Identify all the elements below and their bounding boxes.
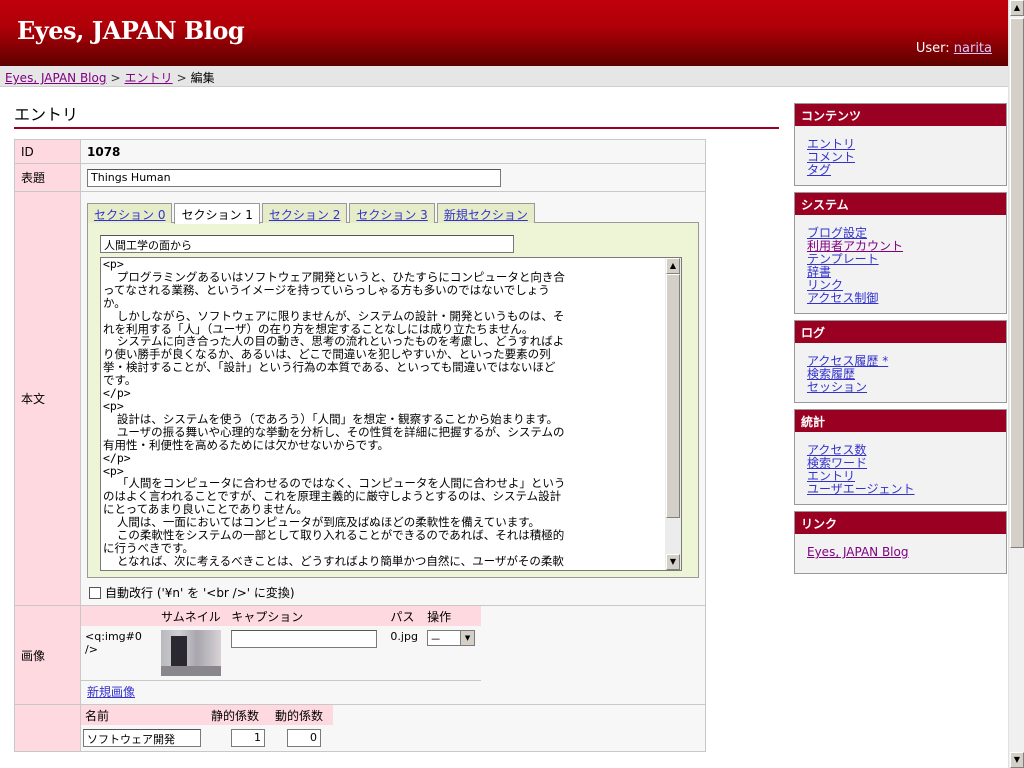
- image-op-select[interactable]: － ▼: [427, 630, 476, 646]
- entry-form-table: ID 1078 表題 Things Human 本文 セクション 0 セクション …: [14, 139, 706, 752]
- page-title: エントリ: [14, 101, 779, 129]
- tab-label[interactable]: セクション 2: [269, 208, 340, 222]
- sidebar-item-tag[interactable]: タグ: [807, 164, 994, 177]
- app-header: Eyes, JAPAN Blog User: narita: [0, 0, 1008, 66]
- tag-header-static: 静的係数: [207, 705, 271, 725]
- image-header-thumbnail: サムネイル: [157, 606, 228, 626]
- image-row: <q:img#0 /> 0.jpg － ▼: [81, 626, 481, 680]
- user-label: User:: [915, 41, 950, 56]
- blog-title: Eyes, JAPAN Blog: [17, 16, 245, 45]
- tab-section-0[interactable]: セクション 0: [87, 203, 173, 223]
- autobreak-checkbox[interactable]: [89, 586, 101, 599]
- sidebar-item-user-agent[interactable]: ユーザエージェント: [807, 483, 994, 496]
- tab-label[interactable]: セクション 0: [94, 208, 165, 222]
- tag-dynamic-input[interactable]: 0: [287, 729, 321, 747]
- tag-header-name: 名前: [81, 705, 207, 725]
- breadcrumb: Eyes, JAPAN Blog > エントリ > 編集: [0, 66, 1008, 87]
- id-label: ID: [14, 139, 81, 164]
- new-image-link[interactable]: 新規画像: [87, 685, 135, 699]
- tab-new-section[interactable]: 新規セクション: [436, 203, 535, 223]
- autobreak-row: 自動改行 ('¥n' を '<br />' に変換): [87, 584, 705, 601]
- image-op-value: －: [430, 633, 442, 646]
- breadcrumb-separator: >: [110, 71, 121, 85]
- sidebar-box-stats: 統計 アクセス数 検索ワード エントリ ユーザエージェント: [794, 409, 1007, 505]
- sidebar-item-access-control[interactable]: アクセス制御: [807, 292, 994, 305]
- tab-label[interactable]: 新規セクション: [444, 208, 528, 222]
- tab-section-3[interactable]: セクション 3: [349, 203, 435, 223]
- section-body-textarea[interactable]: <p> プログラミングあるいはソフトウェア開発というと、ひたすらにコンピュータと…: [100, 257, 682, 571]
- up-arrow-icon[interactable]: ▲: [1010, 0, 1024, 16]
- sidebar-box-contents: コンテンツ エントリ コメント タグ: [794, 103, 1007, 186]
- user-name-link[interactable]: narita: [954, 41, 992, 56]
- id-value: 1078: [80, 139, 706, 164]
- tab-section-2[interactable]: セクション 2: [261, 203, 348, 223]
- tab-section-1[interactable]: セクション 1: [174, 203, 260, 224]
- autobreak-label: 自動改行 ('¥n' を '<br />' に変換): [105, 586, 295, 600]
- textarea-scrollbar[interactable]: ▲ ▼: [665, 258, 681, 570]
- image-header-op: 操作: [423, 606, 481, 626]
- breadcrumb-current: 編集: [190, 71, 215, 85]
- sidebar-title: システム: [795, 193, 1006, 215]
- image-thumbnail: [161, 630, 221, 676]
- section-panel: 人間工学の面から <p> プログラミングあるいはソフトウェア開発というと、ひたす…: [87, 222, 699, 578]
- sidebar-box-system: システム ブログ設定 利用者アカウント テンプレート 辞書 リンク アクセス制御: [794, 192, 1007, 314]
- image-header-path: パス: [386, 606, 424, 626]
- title-label: 表題: [14, 163, 81, 192]
- tag-header-dynamic: 動的係数: [271, 705, 333, 725]
- section-body-text[interactable]: <p> プログラミングあるいはソフトウェア開発というと、ひたすらにコンピュータと…: [103, 258, 665, 570]
- sidebar-title: ログ: [795, 321, 1006, 343]
- tag-static-input[interactable]: 1: [231, 729, 265, 747]
- down-arrow-icon[interactable]: ▼: [1010, 752, 1024, 768]
- section-tabs: セクション 0 セクション 1 セクション 2 セクション 3 新規セクション: [87, 202, 705, 224]
- section-title-input[interactable]: 人間工学の面から: [100, 235, 514, 253]
- image-path: 0.jpg: [390, 630, 418, 643]
- sidebar-title: コンテンツ: [795, 104, 1006, 126]
- breadcrumb-home-link[interactable]: Eyes, JAPAN Blog: [5, 71, 106, 85]
- sidebar-title: 統計: [795, 410, 1006, 432]
- sidebar: コンテンツ エントリ コメント タグ システム ブログ設定 利用者アカウント テ…: [794, 103, 1007, 580]
- sidebar-item-session[interactable]: セッション: [807, 381, 994, 394]
- sidebar-item-blog-link[interactable]: Eyes, JAPAN Blog: [807, 546, 994, 559]
- sidebar-item-comment[interactable]: コメント: [807, 151, 994, 164]
- up-arrow-icon[interactable]: ▲: [666, 258, 680, 274]
- sidebar-box-log: ログ アクセス履歴 * 検索履歴 セッション: [794, 320, 1007, 403]
- image-tag: <q:img#0 />: [85, 630, 142, 656]
- sidebar-title: リンク: [795, 512, 1006, 534]
- down-arrow-icon[interactable]: ▼: [666, 554, 680, 570]
- image-label: 画像: [14, 605, 81, 705]
- title-input[interactable]: Things Human: [87, 168, 501, 187]
- textarea-scroll-thumb[interactable]: [666, 274, 680, 518]
- chevron-down-icon[interactable]: ▼: [460, 631, 475, 645]
- sidebar-item-templates[interactable]: テンプレート: [807, 253, 994, 266]
- page-scrollbar[interactable]: ▲ ▼: [1008, 0, 1024, 768]
- tab-label[interactable]: セクション 3: [356, 208, 427, 222]
- image-table: サムネイル キャプション パス 操作 <q:img#0 /> 0.jpg － ▼: [81, 606, 481, 680]
- breadcrumb-entry-link[interactable]: エントリ: [125, 71, 173, 85]
- body-label: 本文: [14, 191, 81, 606]
- breadcrumb-separator: >: [176, 71, 187, 85]
- tag-name-input[interactable]: ソフトウェア開発: [83, 729, 201, 747]
- tag-row: ソフトウェア開発 1 0: [81, 725, 333, 751]
- image-caption-input[interactable]: [231, 630, 378, 648]
- image-header-caption: キャプション: [227, 606, 387, 626]
- tag-label: [14, 704, 81, 752]
- tag-table: 名前 静的係数 動的係数 ソフトウェア開発 1 0: [81, 705, 333, 751]
- sidebar-box-links: リンク Eyes, JAPAN Blog: [794, 511, 1007, 574]
- user-info: User: narita: [916, 41, 992, 56]
- page-scroll-thumb[interactable]: [1010, 18, 1024, 548]
